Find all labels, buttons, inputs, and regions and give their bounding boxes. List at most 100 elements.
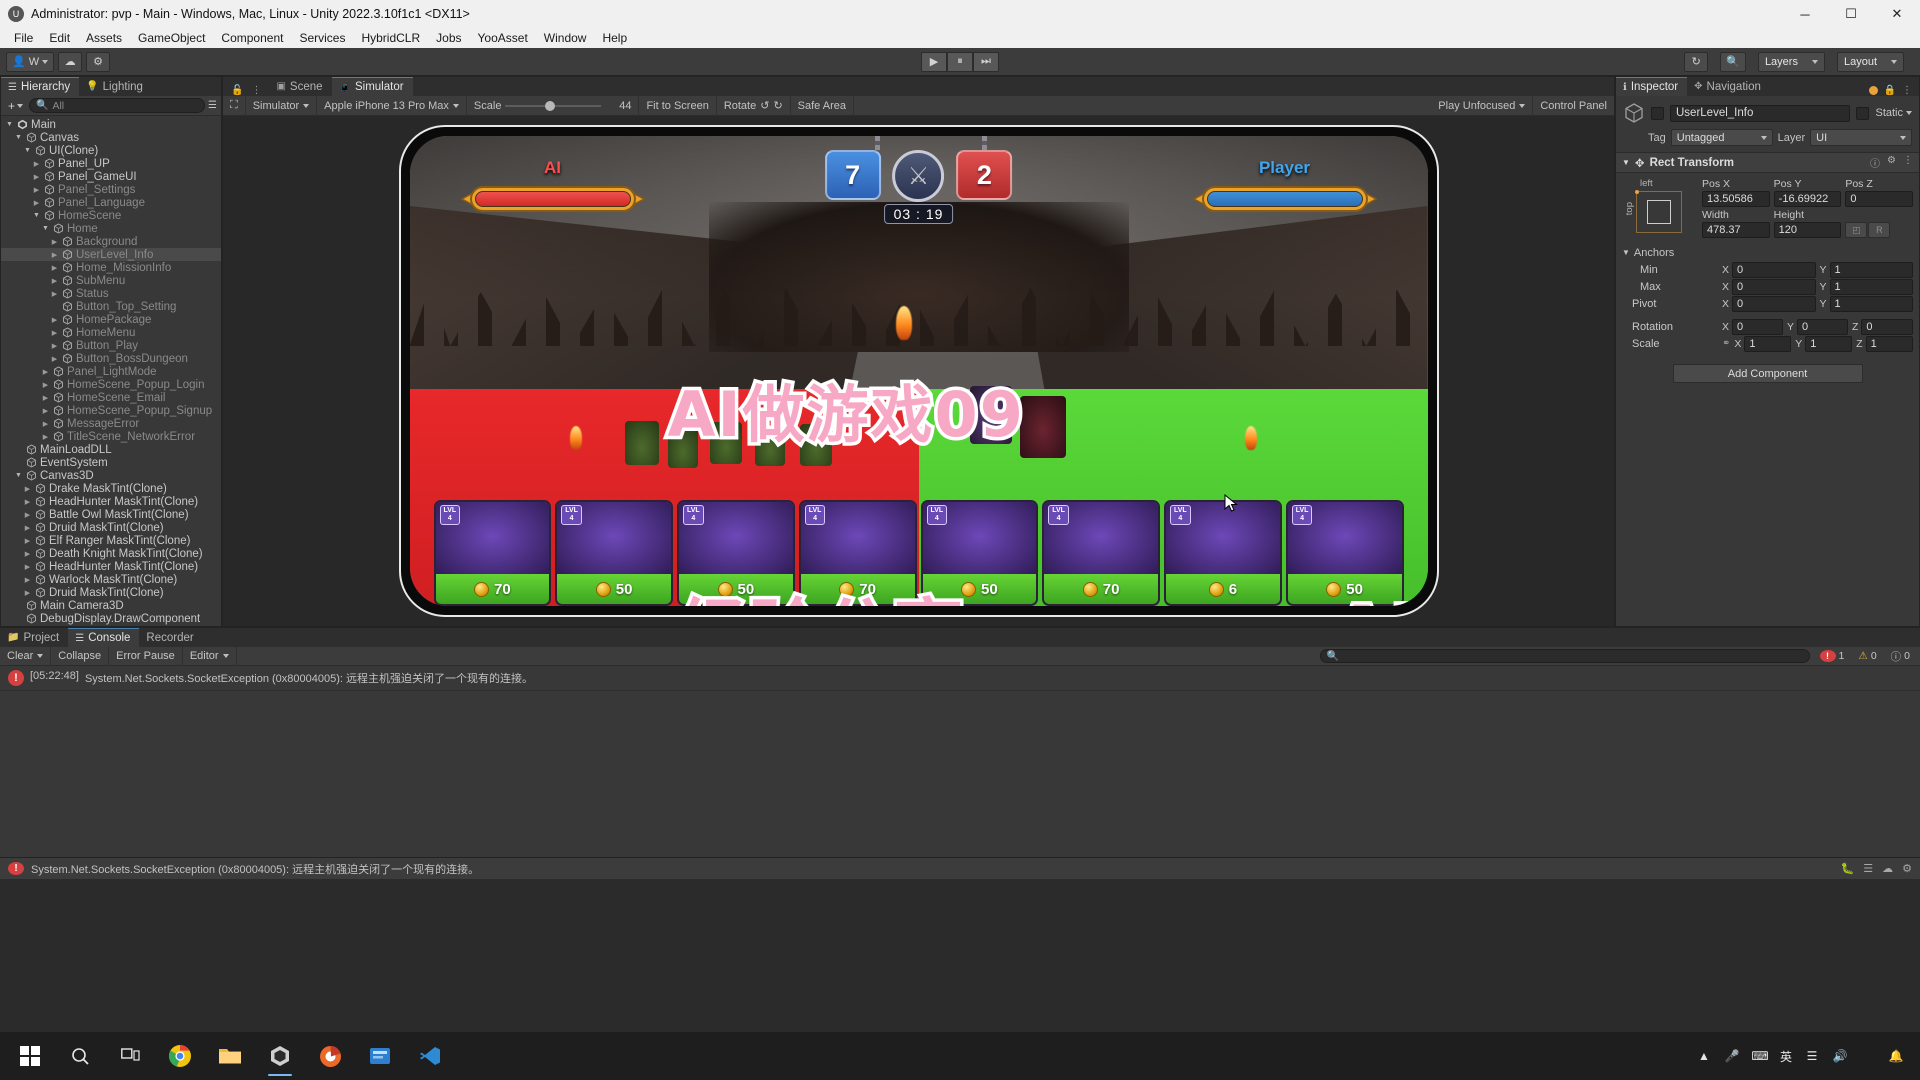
chevron-down-icon[interactable] <box>1906 111 1912 115</box>
chevron-right-icon[interactable]: ▶ <box>50 277 59 285</box>
history-icon[interactable]: ↻ <box>1684 51 1709 72</box>
kebab-icon[interactable]: ⋮ <box>251 85 261 96</box>
log-count-badge[interactable]: ⓘ 0 <box>1887 649 1914 664</box>
chevron-right-icon[interactable]: ▶ <box>23 537 32 545</box>
tab-navigation[interactable]: ✥ Navigation <box>1687 77 1770 96</box>
scale-slider-track[interactable] <box>505 100 602 111</box>
volume-icon[interactable]: 🔊 <box>1832 1048 1848 1064</box>
link-scale-icon[interactable]: ⚭ <box>1722 338 1730 349</box>
battle-card[interactable]: LVL 4 50 <box>1285 500 1404 606</box>
chevron-right-icon[interactable]: ▶ <box>23 498 32 506</box>
safe-area-toggle[interactable]: Safe Area <box>791 95 854 116</box>
hierarchy-node[interactable]: ▶ Home_MissionInfo <box>1 261 221 274</box>
hierarchy-node[interactable]: EventSystem <box>1 456 221 469</box>
battle-card[interactable]: LVL 4 70 <box>433 500 552 606</box>
battle-card[interactable]: LVL 4 50 <box>920 500 1039 606</box>
hierarchy-node[interactable]: ▶ HomePackage <box>1 313 221 326</box>
rotate-ccw-icon[interactable]: ↺ <box>760 99 769 112</box>
device-dropdown[interactable]: Apple iPhone 13 Pro Max <box>317 95 467 116</box>
hierarchy-node[interactable]: ▶ Button_BossDungeon <box>1 352 221 365</box>
anchor-preset-widget[interactable]: top left <box>1622 178 1696 240</box>
close-button[interactable]: ✕ <box>1874 0 1920 28</box>
menu-jobs[interactable]: Jobs <box>428 28 469 48</box>
hierarchy-node[interactable]: ▶ Status <box>1 287 221 300</box>
maximize-button[interactable]: ☐ <box>1828 0 1874 28</box>
hierarchy-tree[interactable]: ▼ Main ▼ Canvas ▼ UI(Clone) ▶ Panel_UP ▶ Panel_Ga… <box>1 116 221 626</box>
hierarchy-node[interactable]: ▶ HeadHunter MaskTint(Clone) <box>1 560 221 573</box>
preset-icon[interactable]: ⚙ <box>1887 155 1896 170</box>
tab-project[interactable]: 📁 Project <box>0 628 68 647</box>
gameobject-active-checkbox[interactable] <box>1651 106 1664 120</box>
hierarchy-node[interactable]: ▶ UserLevel_Info <box>1 248 221 261</box>
chevron-right-icon[interactable]: ▶ <box>41 420 50 428</box>
menu-hybridclr[interactable]: HybridCLR <box>353 28 428 48</box>
chevron-right-icon[interactable]: ▶ <box>50 342 59 350</box>
hierarchy-node[interactable]: ▼ Home <box>1 222 221 235</box>
pos-y-input[interactable]: -16.69922 <box>1773 191 1842 207</box>
scale-slider-knob[interactable] <box>545 100 556 111</box>
chevron-right-icon[interactable]: ▶ <box>32 173 41 181</box>
chevron-right-icon[interactable]: ▶ <box>32 186 41 194</box>
chevron-right-icon[interactable]: ▶ <box>32 199 41 207</box>
scale-slider[interactable]: Scale 44 <box>467 95 640 116</box>
chevron-right-icon[interactable]: ▶ <box>50 329 59 337</box>
chevron-right-icon[interactable]: ▶ <box>50 316 59 324</box>
hierarchy-node[interactable]: ▶ Warlock MaskTint(Clone) <box>1 573 221 586</box>
start-button[interactable] <box>6 1034 54 1078</box>
hierarchy-node[interactable]: MainLoadDLL <box>1 443 221 456</box>
chevron-right-icon[interactable]: ▶ <box>50 238 59 246</box>
play-button[interactable]: ▶ <box>921 51 947 72</box>
simulator-stage[interactable]: AI Player 7 ⚔ 03: 19 2 LVL 4 70 LVL 4 5… <box>223 116 1614 626</box>
hierarchy-node[interactable]: ▶ TitleScene_NetworkError <box>1 430 221 443</box>
hierarchy-search-input[interactable]: 🔍 All <box>29 98 206 113</box>
chevron-right-icon[interactable]: ▶ <box>23 550 32 558</box>
hierarchy-node[interactable]: Button_Top_Setting <box>1 300 221 313</box>
battle-card[interactable]: LVL 4 70 <box>798 500 917 606</box>
hierarchy-node[interactable]: ▶ Druid MaskTint(Clone) <box>1 521 221 534</box>
chevron-down-icon[interactable] <box>37 654 44 658</box>
control-panel-button[interactable]: Control Panel <box>1533 96 1614 116</box>
hierarchy-node[interactable]: ▶ Druid MaskTint(Clone) <box>1 586 221 599</box>
play-mode-dropdown[interactable]: Play Unfocused <box>1431 95 1534 116</box>
anchor-max-x-input[interactable]: 0 <box>1732 278 1816 295</box>
account-button[interactable]: 👤 W <box>6 51 55 72</box>
chevron-down-icon[interactable]: ▼ <box>32 212 41 219</box>
battle-card[interactable]: LVL 4 50 <box>677 500 795 606</box>
static-checkbox[interactable] <box>1856 106 1870 120</box>
battle-card[interactable]: LVL 4 6 <box>1164 500 1282 606</box>
hierarchy-node[interactable]: ▶ Background <box>1 235 221 248</box>
hierarchy-node[interactable]: ▶ Battle Owl MaskTint(Clone) <box>1 508 221 521</box>
help-icon[interactable]: ⓘ <box>1870 155 1880 170</box>
hierarchy-node[interactable]: ▼ HomeScene <box>1 209 221 222</box>
menu-help[interactable]: Help <box>594 28 635 48</box>
rotate-cw-icon[interactable]: ↻ <box>773 99 782 112</box>
chevron-right-icon[interactable]: ▶ <box>32 160 41 168</box>
microphone-icon[interactable]: 🎤 <box>1724 1048 1740 1064</box>
chevron-right-icon[interactable]: ▶ <box>41 394 50 402</box>
add-component-button[interactable]: Add Component <box>1672 364 1863 383</box>
pivot-y-input[interactable]: 1 <box>1829 295 1913 312</box>
hierarchy-node[interactable]: ▶ Panel_LightMode <box>1 365 221 378</box>
step-button[interactable]: ⏭ <box>973 51 999 72</box>
layers-dropdown[interactable]: Layers <box>1757 51 1825 72</box>
layer-dropdown[interactable]: UI <box>1810 129 1912 146</box>
rotation-y-input[interactable]: 0 <box>1797 318 1848 335</box>
file-explorer-icon[interactable] <box>206 1034 254 1078</box>
simulator-view-icon[interactable]: ⛶ <box>223 95 246 116</box>
settings-button[interactable]: ⚙ <box>86 51 111 72</box>
menu-yooasset[interactable]: YooAsset <box>470 28 536 48</box>
error-count-badge[interactable]: ! 1 <box>1816 650 1849 662</box>
chevron-right-icon[interactable]: ▶ <box>50 251 59 259</box>
console-error-pause-toggle[interactable]: Error Pause <box>109 646 183 666</box>
clock-display[interactable] <box>1860 1048 1876 1064</box>
vscode-icon[interactable] <box>406 1034 454 1078</box>
tab-recorder[interactable]: Recorder <box>139 628 202 647</box>
console-collapse-toggle[interactable]: Collapse <box>51 646 110 666</box>
menu-window[interactable]: Window <box>536 28 595 48</box>
chevron-right-icon[interactable]: ▶ <box>50 355 59 363</box>
tab-inspector[interactable]: ℹ Inspector <box>1616 77 1688 96</box>
ime-language-indicator[interactable]: 英 <box>1780 1048 1792 1065</box>
chevron-down-icon[interactable]: ▼ <box>41 225 50 232</box>
foldout-arrow-icon[interactable]: ▼ <box>1622 248 1630 257</box>
tab-console[interactable]: ☰ Console <box>68 628 140 647</box>
